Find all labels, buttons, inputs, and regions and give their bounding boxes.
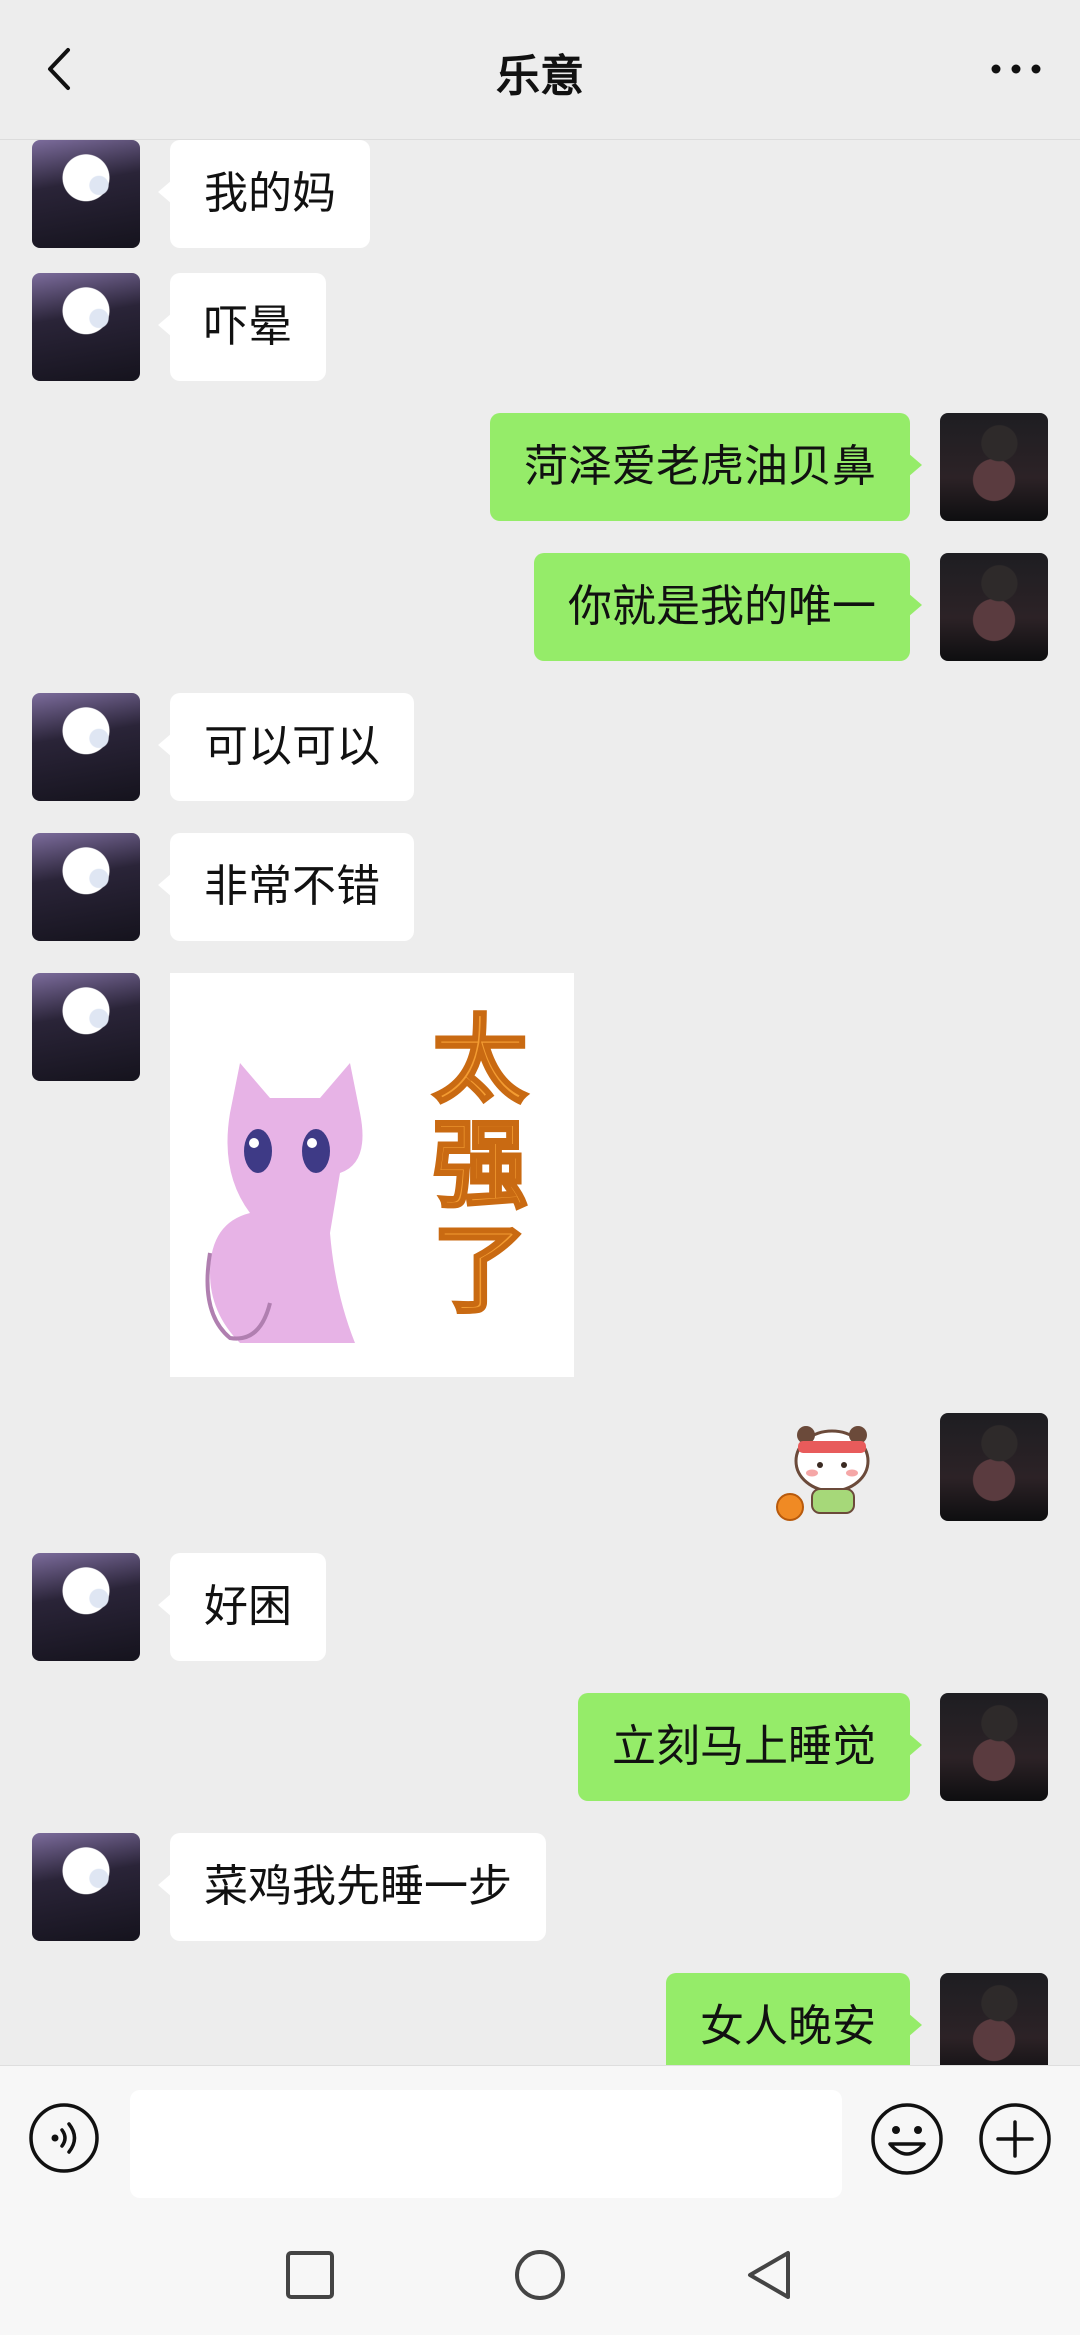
chat-header: 乐意 [0,0,1080,140]
avatar-self[interactable] [940,1973,1048,2065]
emoji-icon[interactable] [870,2102,944,2176]
message-bubble[interactable]: 非常不错 [158,833,414,941]
input-bar [0,2065,1080,2207]
avatar-self[interactable] [940,1413,1048,1521]
avatar-other[interactable] [32,973,140,1081]
square-icon[interactable] [282,2247,338,2303]
message-bubble[interactable]: 女人晚安 [666,1973,922,2065]
avatar-self[interactable] [940,553,1048,661]
message-bubble[interactable]: 可以可以 [158,693,414,801]
plus-icon[interactable] [978,2102,1052,2176]
pink-cat-sticker-image: 太 强 了 [205,1005,529,1343]
message-bubble[interactable]: 吓晕 [158,273,326,381]
message-bubble[interactable]: 你就是我的唯一 [534,553,922,661]
avatar-self[interactable] [940,413,1048,521]
avatar-other[interactable] [32,1833,140,1941]
avatar-other[interactable] [32,833,140,941]
chat-area[interactable]: 我的妈 吓晕 菏泽爱老虎油贝鼻 你就是我的唯一 可以可以 非常不错 太 强 了 … [0,140,1080,2065]
message-bubble[interactable]: 我的妈 [158,140,370,248]
message-bubble[interactable]: 菜鸡我先睡一步 [158,1833,546,1941]
circle-icon[interactable] [512,2247,568,2303]
message-bubble[interactable]: 立刻马上睡觉 [578,1693,922,1801]
voice-icon[interactable] [28,2102,100,2174]
message-bubble[interactable]: 菏泽爱老虎油贝鼻 [490,413,922,521]
sticker-strong[interactable]: 太 强 了 [170,973,574,1377]
triangle-back-icon[interactable] [742,2247,798,2303]
svg-text:了: 了 [432,1216,527,1326]
avatar-other[interactable] [32,693,140,801]
panda-basketball-sticker[interactable] [772,1413,880,1521]
svg-text:太: 太 [432,1006,527,1116]
avatar-other[interactable] [32,1553,140,1661]
avatar-other[interactable] [32,140,140,248]
message-bubble[interactable]: 好困 [158,1553,326,1661]
svg-text:强: 强 [432,1111,527,1221]
avatar-self[interactable] [940,1693,1048,1801]
more-dots-icon[interactable] [986,54,1046,84]
system-nav-bar [0,2207,1080,2335]
message-input[interactable] [130,2090,842,2198]
avatar-other[interactable] [32,273,140,381]
chat-title: 乐意 [496,51,584,102]
